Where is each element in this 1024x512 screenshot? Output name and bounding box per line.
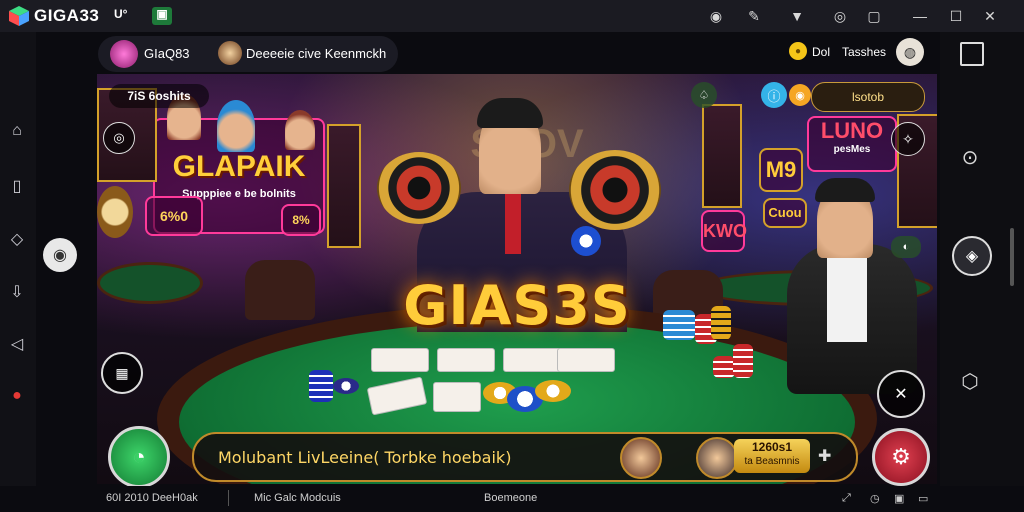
screen-icon[interactable]: ▯ [6,176,28,198]
back-icon[interactable]: ◁ [6,334,28,356]
settings-icon[interactable]: ◎ [830,6,850,26]
app-logo-icon [9,6,29,26]
chip-stack [733,344,753,378]
sign-right-1-title: LUNO [820,118,884,143]
clock-decoration [97,186,133,238]
profile-settings-icon[interactable]: ◍ [896,38,924,66]
play-button-icon[interactable]: ◔ [108,426,170,488]
game-viewport[interactable]: GLAPAIK Supppiee e be bolnits 6%0 8% LUN… [97,74,937,484]
playing-card [371,348,429,372]
card-icon[interactable]: ♤ [691,82,717,108]
sign-right-3: KWO [701,210,747,252]
maximize-icon[interactable]: ☐ [946,6,966,26]
balance-amount: 1260s1 [751,440,793,454]
player-avatar-2[interactable] [696,437,738,479]
status-screen-icon[interactable]: ▣ [894,492,904,505]
fullscreen-toggle-icon[interactable]: ✕ [877,370,925,418]
dealer-hair [477,98,543,128]
channel-avatar[interactable] [218,41,242,65]
bell-icon[interactable]: ▼ [787,6,807,26]
camera-button-icon[interactable]: ◈ [952,236,992,276]
sign-figure [285,110,315,150]
side-dealer-shirt [827,252,867,342]
brush-icon[interactable]: ✎ [744,6,764,26]
wall-panel-mid [327,124,361,248]
user-badge[interactable]: U° [114,7,140,25]
sign-right-1: LUNO pesMes [807,116,897,172]
game-logo: GIAS3S [403,274,631,337]
sign-right-1-sub: pesMes [833,144,871,155]
joystick-button-icon[interactable]: ◉ [43,238,77,272]
profile-name[interactable]: GIaQ83 [144,46,190,61]
profile-avatar[interactable] [110,40,138,68]
status-window-icon[interactable]: ▭ [918,492,928,505]
playing-card [433,382,481,412]
playing-card [557,348,615,372]
tasks-label[interactable]: Tasshes [842,45,886,59]
fullscreen-icon[interactable] [960,42,984,66]
screenshot-icon[interactable]: ▢ [864,6,884,26]
chat-message: Molubant LivLeeine( Torbke hoebaik) [218,448,512,467]
hexagon-icon[interactable]: ⬡ [958,372,982,396]
store-badge-icon[interactable]: ▣ [152,7,172,25]
roulette-wheel-right [569,150,661,230]
dealer-tie [505,194,521,254]
left-toolbar [0,32,36,486]
home-icon[interactable]: ⌂ [6,120,28,142]
minimize-icon[interactable]: — [910,6,930,26]
gear-button-icon[interactable]: ⚙ [872,428,930,486]
balance-badge[interactable]: 1260s1 ta Beasmnis [734,439,810,473]
menu-icon[interactable]: ▦ [101,352,143,394]
top-right-label[interactable]: lsotob [811,82,925,112]
import-icon[interactable]: ⇩ [6,282,28,304]
back-table-left [97,262,203,304]
record-icon[interactable]: ● [6,385,28,407]
status-tool-icon[interactable]: ⤢ [842,492,851,505]
playing-card [437,348,495,372]
side-dealer-hair [815,178,875,202]
status-left: 60I 2010 DeeH0ak [106,492,198,504]
status-divider [228,490,229,506]
sign-right-2: M9 [759,148,803,192]
coin-label[interactable]: Dol [812,45,830,59]
coin-icon[interactable]: ◉ [789,84,811,106]
channel-title: Deeeeie cive Keenmckh [246,46,387,61]
sign-left-title: GLAPAIK [172,150,306,183]
search-icon[interactable]: ⊙ [958,148,982,172]
chip-held [571,226,601,256]
coin-icon: ● [789,42,807,60]
gamepad-icon[interactable]: ◉ [706,6,726,26]
player-avatar[interactable] [620,437,662,479]
chip-stack [663,310,695,340]
chip-stack [713,356,735,378]
status-mid: Mic Galc Modcuis [254,492,341,504]
sign-left-badge-2: 8% [281,204,321,236]
puzzle-icon[interactable]: ✚ [818,446,838,466]
chip [333,378,359,394]
info-icon[interactable]: ⓘ [761,82,787,108]
sign-left-badge: 6%0 [145,196,203,236]
camera-icon[interactable]: ◎ [103,122,135,154]
sign-figure [217,100,255,152]
tool-icon[interactable]: ✧ [891,122,925,156]
top-left-label[interactable]: 7iS 6oshits [109,84,209,108]
roulette-wheel-left [377,152,461,224]
app-title: GIGA33 [34,6,100,25]
status-clock-icon[interactable]: ◷ [870,492,880,505]
chip [535,380,571,402]
chair-left [245,260,315,320]
scrollbar[interactable] [1010,228,1014,286]
diamond-icon[interactable]: ◇ [6,229,28,251]
chip-stack [309,370,333,402]
chip-indicator-icon[interactable]: ◐ [891,236,921,258]
balance-label: ta Beasmnis [744,456,800,467]
sign-right-4: Cuou [763,198,807,228]
status-center: Boemeone [484,492,538,504]
playing-card [503,348,561,372]
close-icon[interactable]: ✕ [980,6,1000,26]
wall-panel-right-2 [702,104,742,208]
chip-stack [711,306,731,340]
